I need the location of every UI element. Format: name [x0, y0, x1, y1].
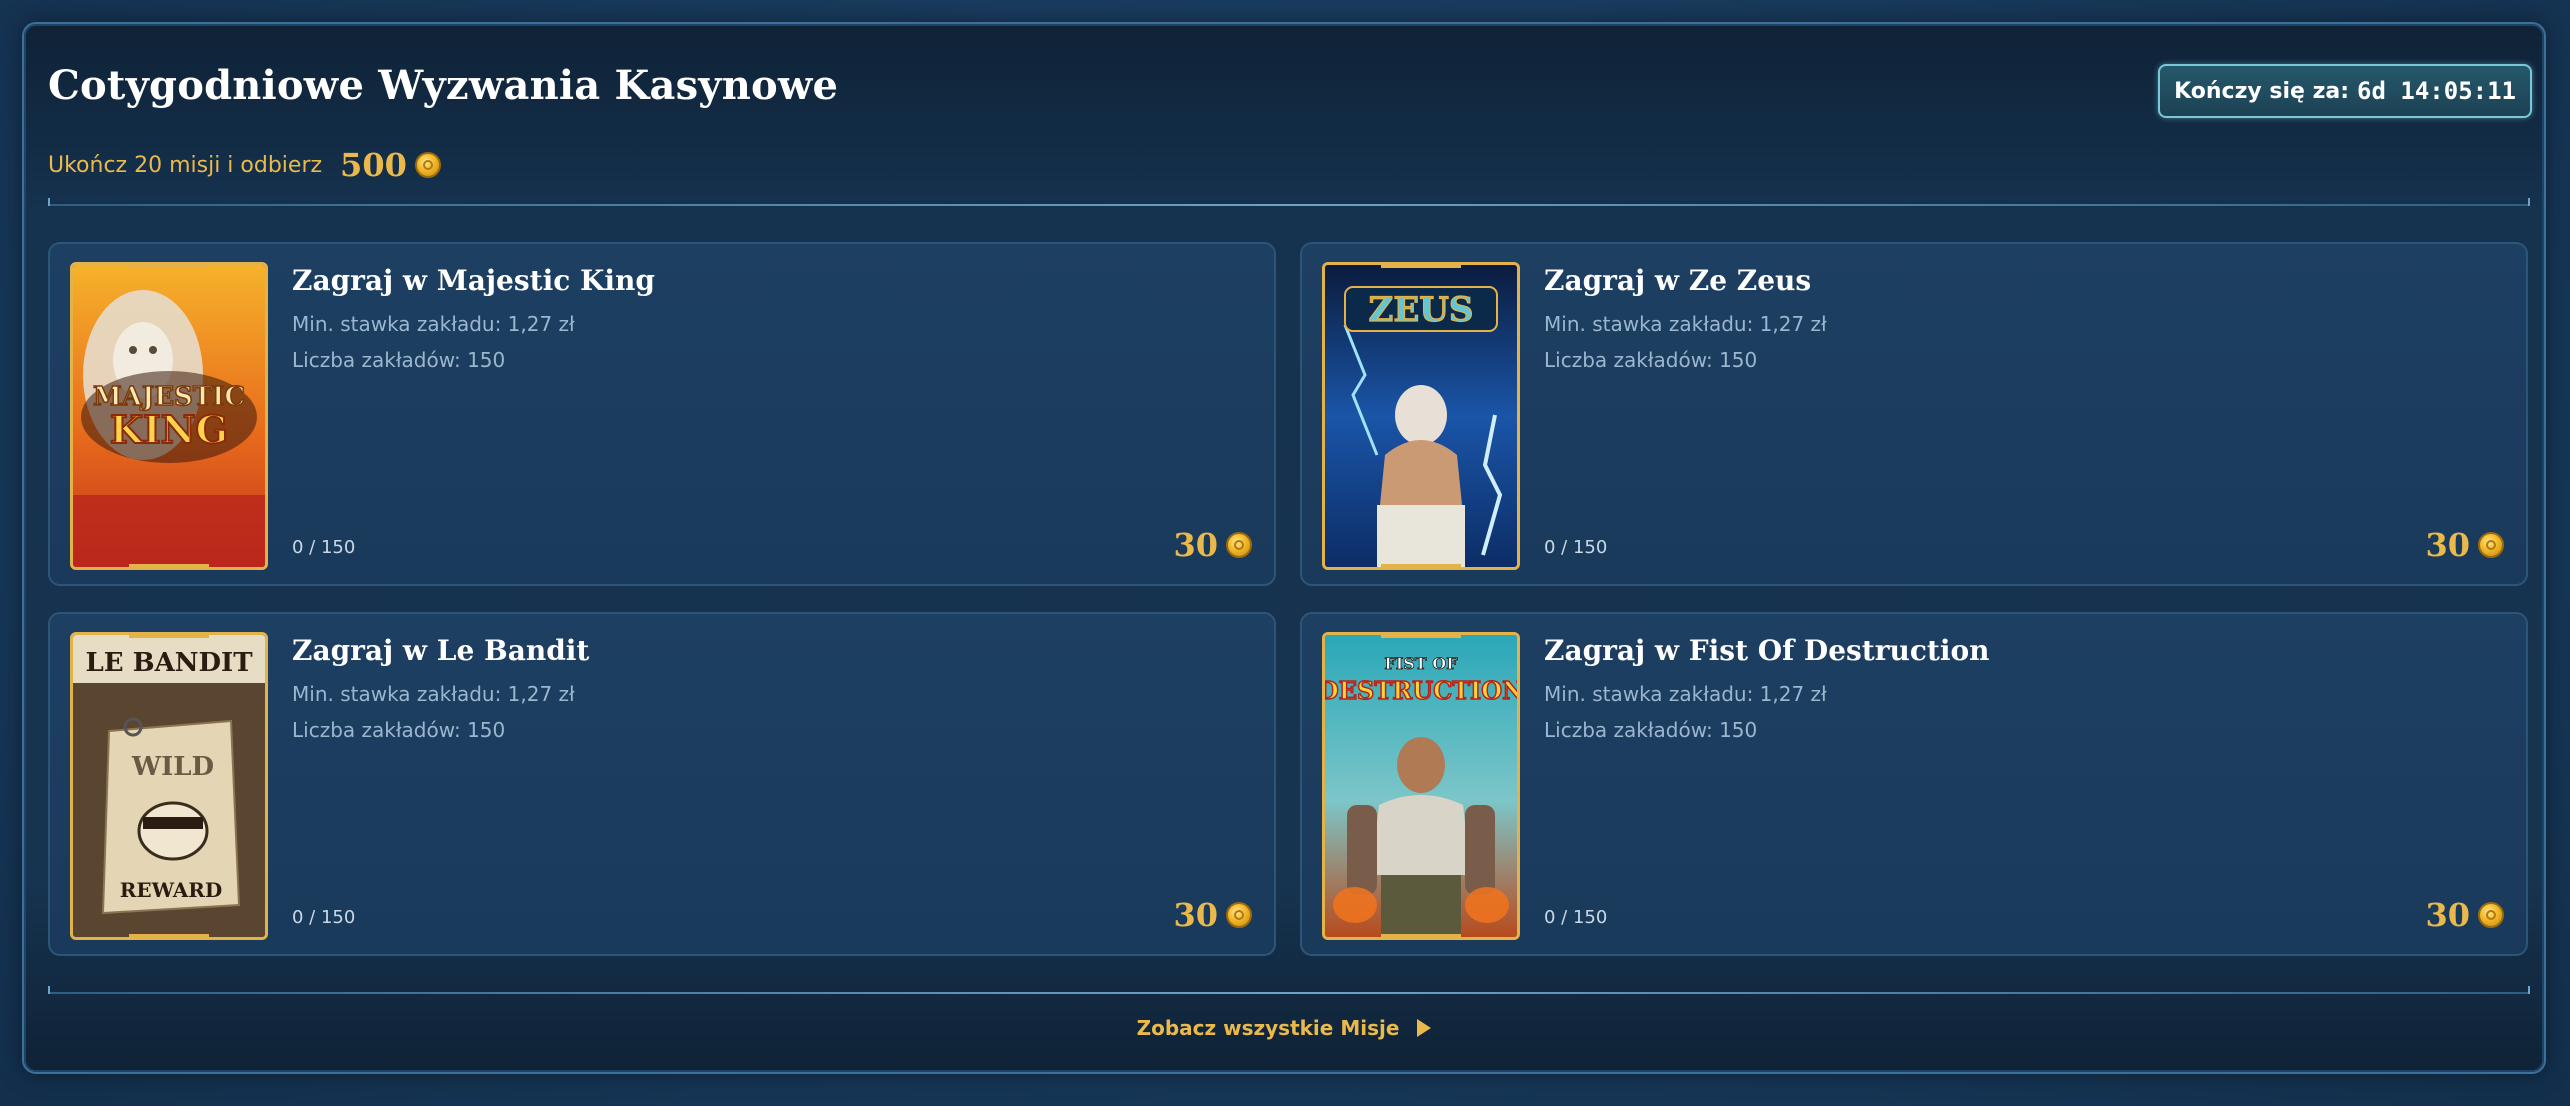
- see-all-label[interactable]: Zobacz wszystkie Misje: [1137, 1016, 1400, 1040]
- mission-progress: 0 / 150: [1544, 537, 1608, 558]
- game-thumbnail-majestic-king[interactable]: MAJESTIC KING: [70, 262, 268, 570]
- timer-label: Kończy się za:: [2174, 78, 2350, 104]
- coin-icon: [2478, 532, 2504, 558]
- mission-progress: 0 / 150: [1544, 907, 1608, 928]
- countdown-timer: Kończy się za: 6d 14:05:11: [2158, 64, 2532, 118]
- game-thumbnail-le-bandit[interactable]: LE BANDIT WILD REWARD: [70, 632, 268, 940]
- coin-icon: [2478, 902, 2504, 928]
- thumb-text-zeus: ZEUS: [1369, 290, 1474, 330]
- min-bet: Min. stawka zakładu: 1,27 zł: [292, 312, 575, 336]
- timer-value: 6d 14:05:11: [2357, 77, 2516, 105]
- page-title: Cotygodniowe Wyzwania Kasynowe: [48, 62, 839, 109]
- thumb-text-fist-of: FIST OF: [1384, 654, 1458, 673]
- ze-zeus-artwork: ZEUS: [1325, 265, 1517, 567]
- mission-title: Zagraj w Fist Of Destruction: [1544, 634, 1990, 667]
- min-bet: Min. stawka zakładu: 1,27 zł: [292, 682, 575, 706]
- play-arrow-icon: [1417, 1019, 1432, 1037]
- bet-count: Liczba zakładów: 150: [292, 348, 506, 372]
- total-reward-amount: 500: [340, 146, 407, 184]
- game-thumbnail-fist-of-destruction[interactable]: FIST OF DESTRUCTION: [1322, 632, 1520, 940]
- mission-title: Zagraj w Majestic King: [292, 264, 655, 297]
- mission-reward: 30: [2425, 526, 2504, 564]
- thumb-text-king: KING: [110, 407, 228, 452]
- mission-title: Zagraj w Ze Zeus: [1544, 264, 1812, 297]
- thumb-text-destruction: DESTRUCTION: [1325, 676, 1517, 705]
- reward-amount: 30: [1173, 896, 1218, 934]
- reward-amount: 30: [2425, 526, 2470, 564]
- top-divider: [48, 198, 2530, 206]
- min-bet: Min. stawka zakładu: 1,27 zł: [1544, 312, 1827, 336]
- coin-icon: [1226, 902, 1252, 928]
- reward-amount: 30: [2425, 896, 2470, 934]
- reward-amount: 30: [1173, 526, 1218, 564]
- mission-card[interactable]: ZEUS Zagraj w Ze Zeus Min. stawka zakład…: [1300, 242, 2528, 586]
- mission-progress: 0 / 150: [292, 907, 356, 928]
- mission-reward: 30: [2425, 896, 2504, 934]
- min-bet: Min. stawka zakładu: 1,27 zł: [1544, 682, 1827, 706]
- bet-count: Liczba zakładów: 150: [292, 718, 506, 742]
- mission-reward: 30: [1173, 526, 1252, 564]
- weekly-challenges-panel: Cotygodniowe Wyzwania Kasynowe Ukończ 20…: [22, 22, 2546, 1074]
- see-all-missions-link[interactable]: Zobacz wszystkie Misje: [24, 1016, 2544, 1040]
- le-bandit-artwork: LE BANDIT WILD REWARD: [73, 635, 265, 937]
- mission-card[interactable]: LE BANDIT WILD REWARD Zagraj w Le Bandit…: [48, 612, 1276, 956]
- subtitle-text: Ukończ 20 misji i odbierz: [48, 152, 323, 178]
- coin-icon: [1226, 532, 1252, 558]
- mission-reward: 30: [1173, 896, 1252, 934]
- fist-of-destruction-artwork: FIST OF DESTRUCTION: [1325, 635, 1517, 937]
- total-reward-row: Ukończ 20 misji i odbierz 500: [48, 146, 441, 184]
- thumb-text-le-bandit: LE BANDIT: [85, 648, 253, 678]
- bet-count: Liczba zakładów: 150: [1544, 718, 1758, 742]
- mission-progress: 0 / 150: [292, 537, 356, 558]
- bottom-divider: [48, 986, 2530, 994]
- game-thumbnail-ze-zeus[interactable]: ZEUS: [1322, 262, 1520, 570]
- mission-card[interactable]: MAJESTIC KING Zagraj w Majestic King Min…: [48, 242, 1276, 586]
- majestic-king-artwork: MAJESTIC KING: [73, 265, 265, 567]
- bet-count: Liczba zakładów: 150: [1544, 348, 1758, 372]
- thumb-text-wild: WILD: [131, 752, 214, 782]
- mission-card[interactable]: FIST OF DESTRUCTION Zagraj w Fist Of Des…: [1300, 612, 2528, 956]
- coin-icon: [414, 152, 441, 178]
- thumb-text-reward: REWARD: [120, 878, 223, 902]
- mission-title: Zagraj w Le Bandit: [292, 634, 590, 667]
